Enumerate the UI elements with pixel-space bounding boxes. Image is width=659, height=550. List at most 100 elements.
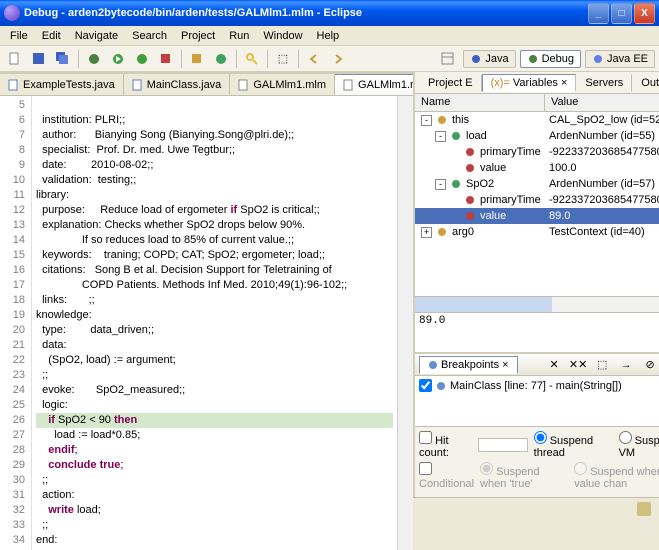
code-line[interactable]: type: data_driven;; — [36, 323, 393, 338]
code-line[interactable]: ;; — [36, 518, 393, 533]
status-icon[interactable] — [637, 502, 651, 516]
expand-toggle[interactable]: - — [435, 131, 446, 142]
breakpoint-item[interactable]: MainClass [line: 77] - main(String[]) — [419, 378, 659, 393]
perspective-java[interactable]: Java — [463, 50, 515, 68]
col-name[interactable]: Name — [415, 94, 545, 111]
code-line[interactable]: purpose: Reduce load of ergometer if SpO… — [36, 203, 393, 218]
variable-row[interactable]: +arg0TestContext (id=40) — [415, 224, 659, 240]
perspective-javaee[interactable]: Java EE — [585, 50, 655, 68]
open-perspective-button[interactable] — [437, 48, 459, 70]
remove-bp-button[interactable]: ✕ — [543, 354, 565, 376]
new-class-button[interactable] — [210, 48, 232, 70]
suspend-vm-radio[interactable]: Suspend VM — [619, 431, 659, 459]
menu-run[interactable]: Run — [223, 28, 255, 44]
debug-button[interactable] — [83, 48, 105, 70]
code-line[interactable]: endif; — [36, 443, 393, 458]
vertical-scrollbar[interactable] — [397, 96, 413, 550]
variable-row[interactable]: primaryTime-9223372036854775808 — [415, 144, 659, 160]
back-button[interactable] — [303, 48, 325, 70]
menu-project[interactable]: Project — [175, 28, 221, 44]
editor-tab[interactable]: GALMlm1.mlm — [230, 74, 335, 95]
conditional-option[interactable]: Conditional — [419, 462, 474, 490]
menu-help[interactable]: Help — [311, 28, 346, 44]
code-line[interactable] — [36, 98, 393, 113]
code-line[interactable]: ;; — [36, 473, 393, 488]
new-button[interactable] — [4, 48, 26, 70]
code-line[interactable]: If so reduces load to 85% of current val… — [36, 233, 393, 248]
code-line[interactable]: links: ;; — [36, 293, 393, 308]
menubar: File Edit Navigate Search Project Run Wi… — [0, 26, 659, 46]
toggle-mark-button[interactable]: ⬚ — [272, 48, 294, 70]
variable-row[interactable]: -SpO2ArdenNumber (id=57) — [415, 176, 659, 192]
hitcount-input[interactable] — [478, 438, 528, 452]
menu-edit[interactable]: Edit — [36, 28, 67, 44]
save-all-button[interactable] — [52, 48, 74, 70]
expand-toggle[interactable]: + — [421, 227, 432, 238]
show-bp-button[interactable]: ⬚ — [591, 354, 613, 376]
col-value[interactable]: Value — [545, 94, 659, 111]
suspend-thread-radio[interactable]: Suspend thread — [534, 431, 613, 459]
save-button[interactable] — [28, 48, 50, 70]
code-line[interactable]: logic: — [36, 398, 393, 413]
variable-row[interactable]: -loadArdenNumber (id=55) — [415, 128, 659, 144]
goto-bp-button[interactable]: → — [615, 354, 637, 376]
perspective-debug[interactable]: Debug — [520, 50, 581, 68]
code-line[interactable]: validation: testing;; — [36, 173, 393, 188]
code-line[interactable]: action: — [36, 488, 393, 503]
menu-window[interactable]: Window — [257, 28, 308, 44]
close-button[interactable]: X — [634, 3, 655, 24]
code-line[interactable]: knowledge: — [36, 308, 393, 323]
close-icon[interactable]: × — [561, 77, 567, 89]
menu-search[interactable]: Search — [126, 28, 173, 44]
code-line[interactable]: evoke: SpO2_measured;; — [36, 383, 393, 398]
code-line[interactable]: (SpO2, load) := argument; — [36, 353, 393, 368]
code-line[interactable]: end: — [36, 533, 393, 548]
code-line[interactable]: date: 2010-08-02;; — [36, 158, 393, 173]
tab-servers[interactable]: Servers — [576, 74, 632, 92]
tab-project-explorer[interactable]: Project E — [419, 74, 482, 92]
variable-row[interactable]: value89.0 — [415, 208, 659, 224]
tab-outline[interactable]: Outline — [632, 74, 659, 92]
expand-toggle[interactable]: - — [435, 179, 446, 190]
search-button[interactable] — [241, 48, 263, 70]
code-area[interactable]: institution: PLRI;; author: Bianying Son… — [32, 96, 397, 550]
forward-button[interactable] — [327, 48, 349, 70]
code-line[interactable]: specialist: Prof. Dr. med. Uwe Tegtbur;; — [36, 143, 393, 158]
variable-row[interactable]: value100.0 — [415, 160, 659, 176]
editor-tab[interactable]: ExampleTests.java — [0, 74, 124, 95]
tab-breakpoints[interactable]: Breakpoints × — [419, 356, 518, 374]
run-button[interactable] — [107, 48, 129, 70]
code-line[interactable]: data: — [36, 338, 393, 353]
remove-all-bp-button[interactable]: ✕✕ — [567, 354, 589, 376]
code-line[interactable]: conclude true; — [36, 458, 393, 473]
code-line[interactable]: citations: Song B et al. Decision Suppor… — [36, 263, 393, 278]
maximize-button[interactable]: □ — [611, 3, 632, 24]
variable-row[interactable]: -thisCAL_SpO2_low (id=52) — [415, 112, 659, 128]
code-line[interactable]: keywords: traning; COPD; CAT; SpO2; ergo… — [36, 248, 393, 263]
editor-tab[interactable]: MainClass.java — [124, 74, 231, 95]
expand-toggle[interactable]: - — [421, 115, 432, 126]
code-line[interactable]: institution: PLRI;; — [36, 113, 393, 128]
menu-navigate[interactable]: Navigate — [69, 28, 124, 44]
ext-tools-button[interactable] — [155, 48, 177, 70]
code-line[interactable]: ;; — [36, 368, 393, 383]
run-last-button[interactable] — [131, 48, 153, 70]
bp-enabled-checkbox[interactable] — [419, 379, 432, 392]
code-line[interactable]: load := load*0.85; — [36, 428, 393, 443]
menu-file[interactable]: File — [4, 28, 34, 44]
variable-row[interactable]: primaryTime-9223372036854775808 — [415, 192, 659, 208]
new-package-button[interactable] — [186, 48, 208, 70]
hitcount-option[interactable]: Hit count: — [419, 431, 472, 459]
horizontal-scrollbar[interactable] — [415, 297, 552, 312]
skip-bp-button[interactable]: ⊘ — [639, 354, 659, 376]
code-line[interactable]: write load; — [36, 503, 393, 518]
variable-detail[interactable]: 89.0 — [415, 312, 659, 352]
code-line[interactable]: if SpO2 < 90 then — [36, 413, 393, 428]
close-icon[interactable]: × — [502, 359, 508, 371]
code-line[interactable]: library: — [36, 188, 393, 203]
code-line[interactable]: COPD Patients. Methods Inf Med. 2010;49(… — [36, 278, 393, 293]
minimize-button[interactable]: _ — [588, 3, 609, 24]
code-line[interactable]: author: Bianying Song (Bianying.Song@plr… — [36, 128, 393, 143]
tab-variables[interactable]: (x)= Variables × — [482, 74, 577, 92]
code-line[interactable]: explanation: Checks whether SpO2 drops b… — [36, 218, 393, 233]
